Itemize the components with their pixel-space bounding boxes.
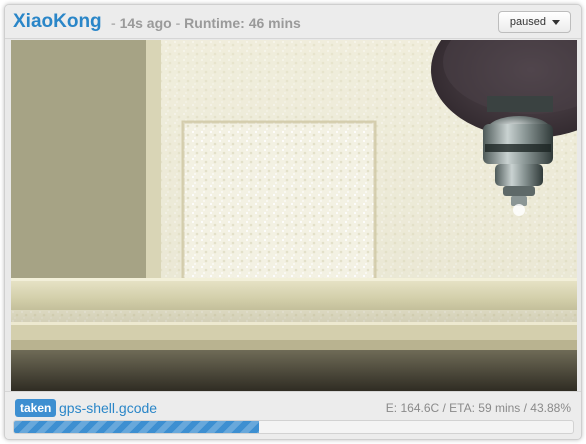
gcode-filename-link[interactable]: gps-shell.gcode <box>59 400 157 416</box>
card-header: XiaoKong - 14s ago - Runtime: 46 mins pa… <box>5 5 581 39</box>
meta-separator: - <box>175 15 181 31</box>
printer-card: XiaoKong - 14s ago - Runtime: 46 mins pa… <box>4 4 582 440</box>
webcam-image <box>11 40 577 392</box>
runtime-text: Runtime: 46 mins <box>184 15 301 31</box>
progress-fill <box>14 421 260 433</box>
job-stats: E: 164.6C / ETA: 59 mins / 43.88% <box>385 401 571 415</box>
state-dropdown-button[interactable]: paused <box>497 11 571 33</box>
state-label: paused <box>509 16 546 28</box>
printer-name-link[interactable]: XiaoKong <box>13 11 102 33</box>
chevron-down-icon <box>552 19 560 25</box>
header-meta: - 14s ago - Runtime: 46 mins <box>111 15 301 31</box>
job-footer: taken gps-shell.gcode E: 164.6C / ETA: 5… <box>5 391 581 439</box>
status-badge: taken <box>15 399 57 417</box>
last-update-time: 14s ago <box>119 15 172 31</box>
webcam-scene <box>11 40 577 392</box>
meta-separator: - <box>111 15 116 31</box>
print-progress-bar <box>13 420 574 434</box>
